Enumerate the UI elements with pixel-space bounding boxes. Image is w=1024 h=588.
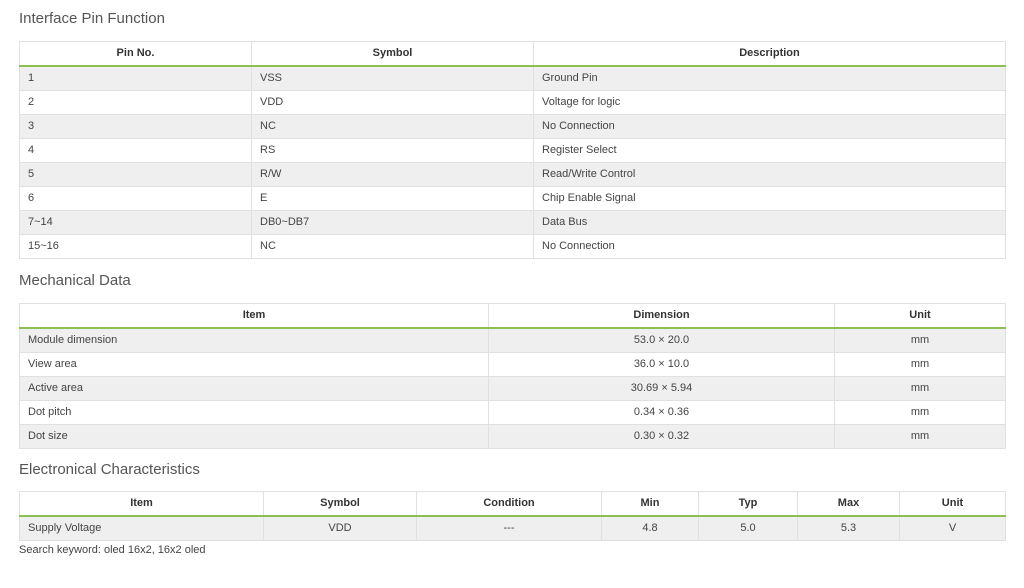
unit-cell: V [899,515,1006,541]
column-header: Condition [416,491,602,517]
pin-number-cell: 3 [19,114,252,139]
pin-number-cell: 4 [19,138,252,163]
table-row: View area 36.0 × 10.0 mm [19,352,1006,377]
pin-description-cell: No Connection [533,234,1006,259]
table-row: 4 RS Register Select [19,138,1006,163]
table-row: Dot size 0.30 × 0.32 mm [19,424,1006,449]
pin-description-cell: Ground Pin [533,65,1006,91]
mechanical-data-table: Item Dimension Unit Module dimension 53.… [19,303,1006,449]
table-row: Module dimension 53.0 × 20.0 mm [19,327,1006,353]
table-row: Dot pitch 0.34 × 0.36 mm [19,400,1006,425]
table-row: 15~16 NC No Connection [19,234,1006,259]
item-cell: Supply Voltage [19,515,264,541]
unit-cell: mm [834,376,1006,401]
table-row: 5 R/W Read/Write Control [19,162,1006,187]
column-header: Dimension [488,303,835,329]
pin-number-cell: 1 [19,65,252,91]
pin-symbol-cell: NC [251,234,534,259]
column-header: Item [19,491,264,517]
table-header-row: Pin No. Symbol Description [19,41,1006,67]
unit-cell: mm [834,400,1006,425]
table-header-row: Item Dimension Unit [19,303,1006,329]
pin-number-cell: 15~16 [19,234,252,259]
unit-cell: mm [834,327,1006,353]
section-title-electronical-characteristics: Electronical Characteristics [19,461,200,478]
item-cell: Active area [19,376,489,401]
unit-cell: mm [834,424,1006,449]
dimension-cell: 0.34 × 0.36 [488,400,835,425]
typ-cell: 5.0 [698,515,798,541]
column-header: Max [797,491,900,517]
pin-description-cell: Read/Write Control [533,162,1006,187]
table-row: 1 VSS Ground Pin [19,65,1006,91]
pin-description-cell: Register Select [533,138,1006,163]
dimension-cell: 53.0 × 20.0 [488,327,835,353]
symbol-cell: VDD [263,515,417,541]
column-header: Symbol [251,41,534,67]
table-row: Supply Voltage VDD --- 4.8 5.0 5.3 V [19,515,1006,541]
unit-cell: mm [834,352,1006,377]
pin-number-cell: 7~14 [19,210,252,235]
search-keyword-text: Search keyword: oled 16x2, 16x2 oled [19,544,206,556]
table-row: 2 VDD Voltage for logic [19,90,1006,115]
section-title-mechanical-data: Mechanical Data [19,272,131,289]
condition-cell: --- [416,515,602,541]
pin-symbol-cell: RS [251,138,534,163]
dimension-cell: 30.69 × 5.94 [488,376,835,401]
dimension-cell: 36.0 × 10.0 [488,352,835,377]
table-row: 7~14 DB0~DB7 Data Bus [19,210,1006,235]
pin-symbol-cell: VDD [251,90,534,115]
pin-symbol-cell: VSS [251,65,534,91]
column-header: Typ [698,491,798,517]
column-header: Min [601,491,699,517]
pin-description-cell: Chip Enable Signal [533,186,1006,211]
min-cell: 4.8 [601,515,699,541]
column-header: Description [533,41,1006,67]
table-header-row: Item Symbol Condition Min Typ Max Unit [19,491,1006,517]
column-header: Pin No. [19,41,252,67]
item-cell: Dot size [19,424,489,449]
pin-symbol-cell: DB0~DB7 [251,210,534,235]
pin-description-cell: Data Bus [533,210,1006,235]
pin-symbol-cell: NC [251,114,534,139]
electronical-characteristics-table: Item Symbol Condition Min Typ Max Unit S… [19,491,1006,541]
pin-number-cell: 5 [19,162,252,187]
table-row: 3 NC No Connection [19,114,1006,139]
table-row: 6 E Chip Enable Signal [19,186,1006,211]
item-cell: Module dimension [19,327,489,353]
pin-number-cell: 6 [19,186,252,211]
item-cell: Dot pitch [19,400,489,425]
pin-symbol-cell: R/W [251,162,534,187]
dimension-cell: 0.30 × 0.32 [488,424,835,449]
spec-content: Interface Pin Function Pin No. Symbol De… [19,0,1006,558]
section-title-pin-function: Interface Pin Function [19,10,165,27]
column-header: Unit [899,491,1006,517]
pin-number-cell: 2 [19,90,252,115]
pin-description-cell: No Connection [533,114,1006,139]
table-row: Active area 30.69 × 5.94 mm [19,376,1006,401]
item-cell: View area [19,352,489,377]
column-header: Unit [834,303,1006,329]
pin-symbol-cell: E [251,186,534,211]
column-header: Symbol [263,491,417,517]
max-cell: 5.3 [797,515,900,541]
pin-description-cell: Voltage for logic [533,90,1006,115]
column-header: Item [19,303,489,329]
pin-function-table: Pin No. Symbol Description 1 VSS Ground … [19,41,1006,259]
